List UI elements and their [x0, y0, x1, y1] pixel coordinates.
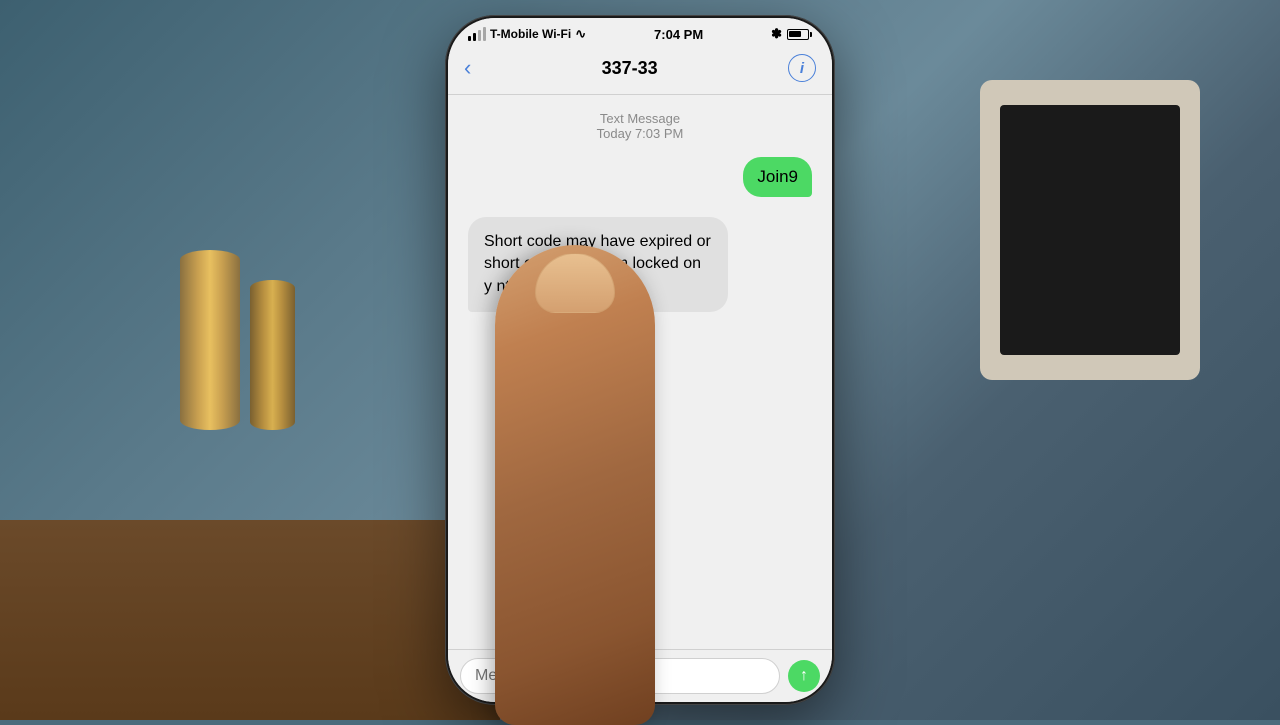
status-bar: T-Mobile Wi-Fi ∿ 7:04 PM ✽	[448, 18, 832, 46]
messages-area[interactable]: Text Message Today 7:03 PM Join9 Short c…	[448, 95, 832, 595]
message-type-label: Text Message	[460, 111, 820, 126]
received-bubble[interactable]: Short code may have expired or short cod…	[468, 217, 728, 312]
signal-bar-3	[478, 30, 481, 41]
battery-body	[787, 29, 809, 40]
background-objects	[150, 200, 350, 500]
message-input[interactable]	[460, 658, 780, 694]
bluetooth-icon: ✽	[771, 26, 782, 42]
signal-bar-2	[473, 33, 476, 41]
phone-screen: T-Mobile Wi-Fi ∿ 7:04 PM ✽ ‹ 33	[448, 18, 832, 702]
sent-bubble[interactable]: Join9	[743, 157, 812, 197]
signal-bar-1	[468, 36, 471, 41]
status-right: ✽	[771, 26, 812, 42]
gold-cylinder-2	[250, 280, 295, 430]
signal-bars	[468, 27, 486, 41]
message-time-label: Today 7:03 PM	[460, 126, 820, 141]
sent-message-row: Join9	[460, 157, 820, 197]
back-button[interactable]: ‹	[464, 55, 471, 81]
send-button[interactable]: ↑	[788, 660, 820, 692]
message-header: Text Message Today 7:03 PM	[460, 111, 820, 141]
info-button[interactable]: i	[788, 54, 816, 82]
signal-bar-4	[483, 27, 486, 41]
phone-device: T-Mobile Wi-Fi ∿ 7:04 PM ✽ ‹ 33	[445, 15, 835, 705]
wifi-icon: ∿	[575, 26, 586, 42]
monitor-screen	[1000, 105, 1180, 355]
desk-surface	[0, 520, 500, 720]
nav-bar: ‹ 337-33 i	[448, 46, 832, 95]
input-bar: ↑	[448, 649, 832, 702]
received-message-row: Short code may have expired or short cod…	[460, 217, 820, 312]
monitor-frame	[980, 80, 1200, 380]
carrier-text: T-Mobile Wi-Fi	[490, 27, 571, 41]
battery-fill	[789, 31, 800, 37]
battery-icon	[787, 29, 812, 40]
gold-cylinder-1	[180, 250, 240, 430]
status-left: T-Mobile Wi-Fi ∿	[468, 26, 586, 42]
nav-title: 337-33	[602, 58, 658, 79]
status-time: 7:04 PM	[654, 27, 703, 42]
battery-tip	[810, 32, 812, 37]
phone-wrapper: T-Mobile Wi-Fi ∿ 7:04 PM ✽ ‹ 33	[445, 15, 835, 705]
